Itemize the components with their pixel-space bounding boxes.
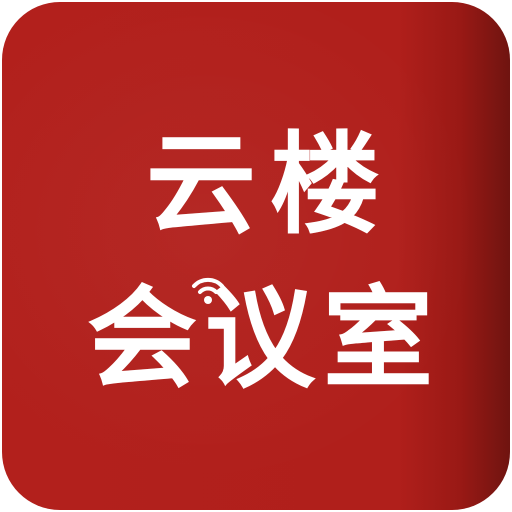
app-name-line-1: 云楼 xyxy=(146,121,394,249)
app-name-line-2: 会议室 xyxy=(87,275,441,403)
app-icon-tile[interactable]: 云楼 会议室 xyxy=(2,2,510,510)
tile-sheen xyxy=(2,2,510,510)
wifi-icon xyxy=(192,277,224,304)
